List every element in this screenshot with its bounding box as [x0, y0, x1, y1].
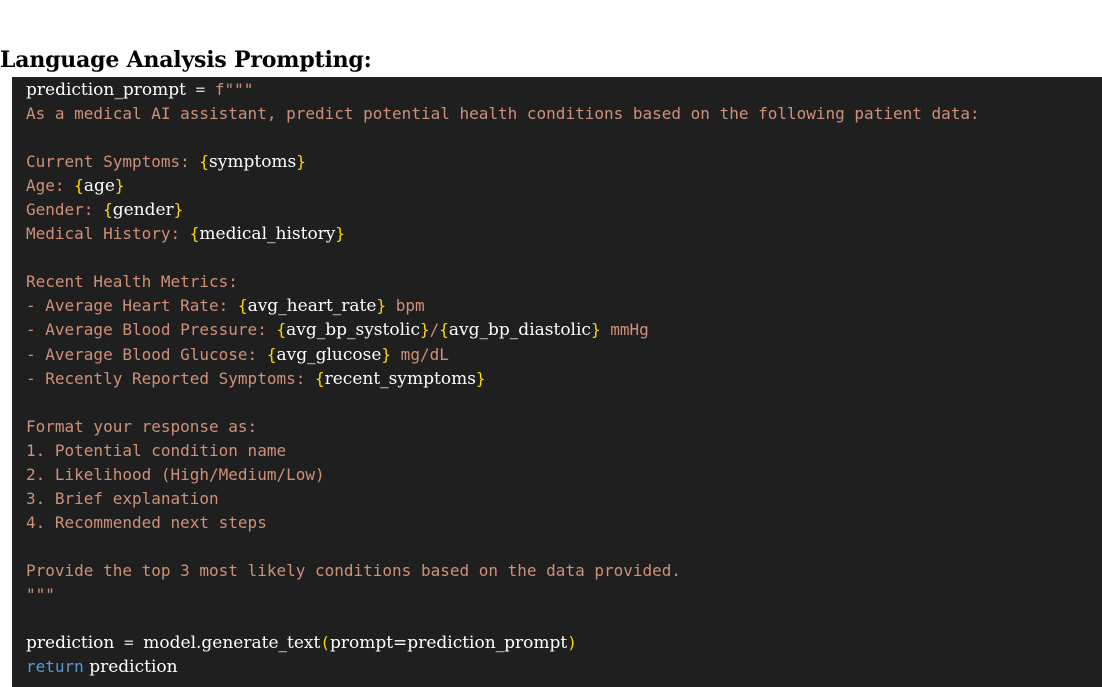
code-operator: =	[185, 80, 215, 99]
code-string: mmHg	[600, 320, 649, 340]
code-brace: }	[420, 320, 430, 340]
code-string: Current Symptoms:	[26, 152, 200, 172]
code-variable: avg_heart_rate	[247, 296, 377, 317]
code-line: - Average Blood Glucose: {avg_glucose} m…	[26, 343, 1102, 367]
code-brace: }	[335, 224, 346, 244]
code-brace: }	[296, 152, 306, 172]
code-variable: age	[83, 176, 115, 197]
code-line: return prediction	[26, 655, 1102, 679]
code-variable: avg_bp_systolic	[286, 320, 420, 341]
code-variable: avg_bp_diastolic	[448, 320, 591, 341]
code-string: - Average Heart Rate:	[26, 296, 238, 316]
code-brace: }	[173, 200, 184, 220]
code-line: Medical History: {medical_history}	[26, 222, 1102, 246]
code-string: f"""	[214, 80, 254, 99]
code-line: Provide the top 3 most likely conditions…	[26, 560, 682, 580]
code-line: Format your response as:	[26, 416, 258, 436]
code-brace: {	[237, 296, 248, 316]
code-string: Medical History:	[26, 224, 190, 244]
code-brace: }	[590, 320, 601, 340]
code-brace: }	[381, 344, 392, 364]
code-line: Recent Health Metrics:	[26, 272, 238, 292]
code-line: Gender: {gender}	[26, 198, 1102, 222]
code-line: - Average Heart Rate: {avg_heart_rate} b…	[26, 294, 1102, 318]
code-string: /	[429, 320, 440, 340]
code-brace: {	[103, 200, 113, 220]
code-string: - Average Blood Pressure:	[26, 320, 277, 340]
code-identifier: prediction	[26, 633, 115, 654]
code-line: - Average Blood Pressure: {avg_bp_systol…	[26, 318, 1102, 342]
code-line: Current Symptoms: {symptoms}	[26, 150, 1102, 174]
code-string: Age:	[26, 176, 75, 196]
code-variable: recent_symptoms	[324, 368, 476, 389]
code-line: 2. Likelihood (High/Medium/Low)	[26, 464, 325, 484]
code-identifier: prediction	[83, 657, 178, 678]
code-line: 3. Brief explanation	[26, 488, 219, 508]
code-variable: medical_history	[199, 224, 336, 245]
code-string: Gender:	[26, 200, 104, 220]
code-brace: {	[276, 320, 287, 340]
code-variable: avg_glucose	[276, 344, 382, 365]
code-keyword: return	[26, 657, 84, 677]
code-string: - Average Blood Glucose:	[26, 344, 267, 364]
code-brace: {	[439, 320, 449, 340]
code-line: 4. Recommended next steps	[26, 512, 267, 532]
code-brace: }	[475, 368, 486, 388]
code-line: Age: {age}	[26, 174, 1102, 198]
code-operator: =	[114, 633, 144, 653]
code-block: prediction_prompt = f""" As a medical AI…	[12, 77, 1102, 687]
section-heading: Language Analysis Prompting:	[0, 47, 372, 73]
code-line: """	[26, 584, 55, 604]
code-variable: symptoms	[209, 152, 297, 173]
code-brace: {	[314, 368, 325, 388]
code-variable: gender	[112, 200, 174, 221]
code-function-call: model.generate_text	[143, 633, 321, 654]
code-paren: (	[320, 633, 330, 653]
code-brace: {	[189, 224, 200, 244]
code-brace: {	[199, 152, 210, 172]
code-line: As a medical AI assistant, predict poten…	[26, 104, 980, 124]
code-string: - Recently Reported Symptoms:	[26, 368, 315, 388]
code-string: mg/dL	[391, 344, 449, 364]
code-line: - Recently Reported Symptoms: {recent_sy…	[26, 367, 1102, 391]
code-string: bpm	[386, 296, 425, 316]
code-brace: }	[376, 296, 387, 316]
code-brace: }	[114, 176, 125, 196]
code-line: prediction = model.generate_text(prompt=…	[26, 631, 1102, 655]
code-argument: prompt=prediction_prompt	[329, 633, 568, 654]
code-brace: {	[74, 176, 84, 196]
code-line: 1. Potential condition name	[26, 440, 287, 460]
code-paren: )	[567, 633, 577, 653]
code-line: prediction_prompt = f"""	[26, 78, 1102, 102]
code-identifier: prediction_prompt	[26, 80, 186, 100]
